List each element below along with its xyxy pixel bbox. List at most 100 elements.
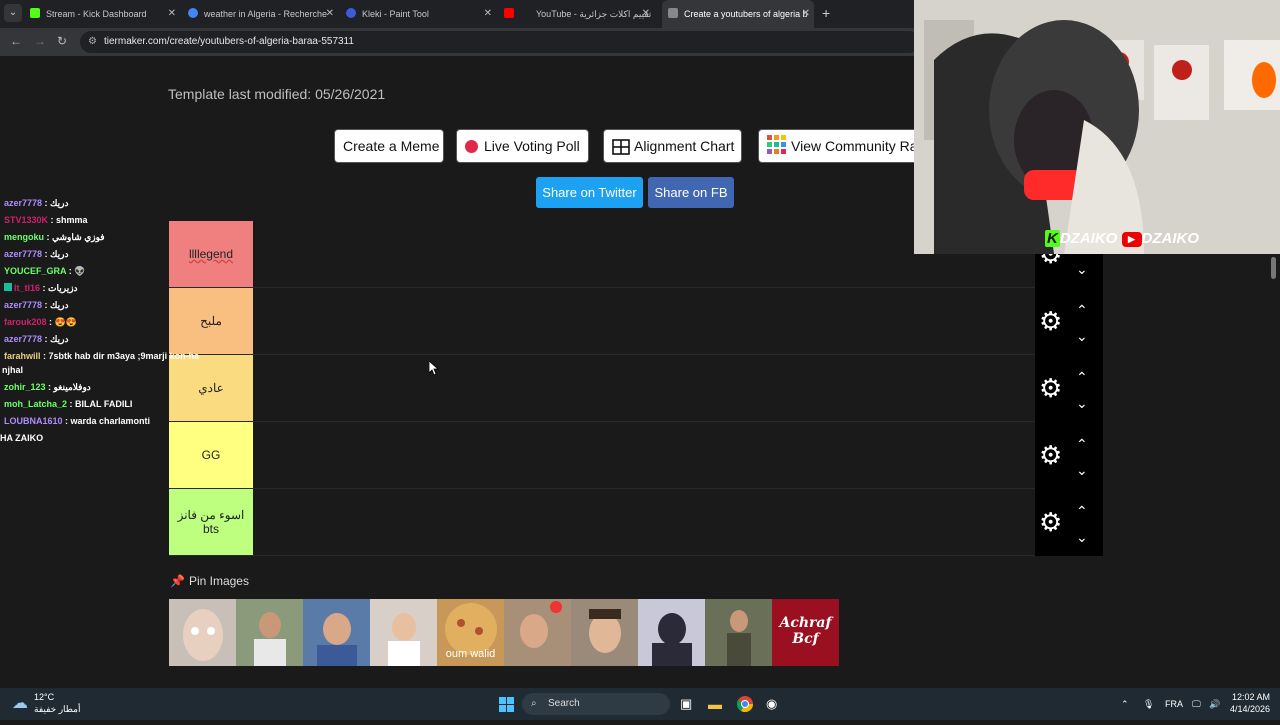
pin-image[interactable] [370, 599, 437, 666]
face-image [317, 613, 357, 666]
clock-date[interactable]: 4/14/2026 [1230, 693, 1270, 725]
tab-youtube[interactable]: YouTube - تقييم اكلات جزائرية ✕ [504, 0, 654, 28]
taskbar-search[interactable]: ⌕ Search [522, 693, 670, 715]
create-meme-button[interactable]: Create a Meme [334, 129, 444, 163]
pin-image[interactable] [705, 599, 772, 666]
tier-label[interactable]: اسوء من فانز bts [169, 489, 253, 555]
share-twitter-button[interactable]: Share on Twitter [536, 177, 643, 208]
tier-label[interactable]: GG [169, 422, 253, 488]
pin-image[interactable]: Achraf Bcf [772, 599, 839, 666]
tier-drop-zone[interactable] [253, 355, 1035, 421]
weather-description[interactable]: أمطار خفيفة [34, 693, 81, 725]
chat-message: : فوزي شاوشي [44, 232, 105, 242]
pin-image[interactable] [236, 599, 303, 666]
microphone-icon[interactable]: 🎙 [1143, 688, 1154, 720]
tab-kleki[interactable]: Kleki - Paint Tool ✕ [346, 0, 496, 28]
button-label: Share on FB [654, 185, 728, 200]
chat-username: LOUBNA1610 [4, 416, 63, 426]
button-label: Alignment Chart [634, 138, 735, 154]
alignment-chart-button[interactable]: Alignment Chart [603, 129, 742, 163]
tab-google-weather[interactable]: weather in Algeria - Recherche ✕ [188, 0, 338, 28]
chevron-up-icon[interactable]: ⌃ [1076, 436, 1088, 453]
gear-icon[interactable]: ⚙ [1039, 509, 1062, 535]
face-image [183, 609, 223, 661]
kick-icon [30, 8, 40, 18]
chevron-up-icon[interactable]: ⌃ [1121, 688, 1129, 720]
tab-title: Kleki - Paint Tool [362, 9, 429, 19]
chat-message: : BILAL FADILI [67, 399, 133, 409]
pin-image[interactable] [303, 599, 370, 666]
google-icon [188, 8, 198, 18]
share-fb-button[interactable]: Share on FB [648, 177, 734, 208]
chevron-up-icon[interactable]: ⌃ [1076, 369, 1088, 386]
new-tab-button[interactable]: + [822, 5, 830, 21]
pin-image[interactable] [504, 599, 571, 666]
pin-image[interactable] [638, 599, 705, 666]
tier-label[interactable]: ملبح [169, 288, 253, 354]
file-explorer-icon[interactable]: ▬ [708, 688, 722, 720]
scrollbar-thumb[interactable] [1271, 257, 1276, 279]
view-community-rankings-button[interactable]: View Community Ra [758, 129, 918, 163]
close-icon[interactable]: ✕ [802, 0, 810, 28]
pin-image[interactable] [169, 599, 236, 666]
site-info-icon[interactable]: ⚙ [88, 36, 97, 47]
achraf-logo: Achraf Bcf [779, 615, 832, 647]
chat-username: azer7778 [4, 334, 43, 344]
chevron-up-icon[interactable]: ⌃ [1076, 302, 1088, 319]
input-language[interactable]: FRA [1165, 688, 1183, 720]
kick-icon: K [1045, 230, 1060, 247]
chat-message: : 7sbtk hab dir m3aya ;9marji kon-ha [40, 351, 200, 361]
network-icon[interactable]: 🖵 [1192, 688, 1201, 720]
forward-arrow-icon[interactable]: → [34, 34, 46, 48]
chevron-up-icon[interactable]: ⌃ [1076, 503, 1088, 520]
weather-icon[interactable]: ☁ [12, 688, 28, 720]
tab-search-button[interactable]: ⌄ [4, 4, 22, 22]
chat-username: azer7778 [4, 249, 43, 259]
tier-drop-zone[interactable] [253, 288, 1035, 354]
chevron-down-icon[interactable]: ⌄ [1076, 462, 1088, 479]
chat-username: lt_tl16 [14, 283, 41, 293]
close-icon[interactable]: ✕ [168, 0, 176, 28]
close-icon[interactable]: ✕ [642, 0, 650, 28]
mouse-cursor-icon [429, 361, 439, 376]
close-icon[interactable]: ✕ [484, 0, 492, 28]
gear-icon[interactable]: ⚙ [1039, 442, 1062, 468]
chrome-icon[interactable] [737, 696, 753, 712]
back-arrow-icon[interactable]: ← [10, 34, 22, 48]
reload-icon[interactable]: ↻ [57, 34, 67, 48]
silhouette-image [652, 613, 692, 666]
button-label: Create a Meme [343, 138, 440, 154]
task-view-icon[interactable]: ▣ [680, 688, 692, 720]
url-field[interactable]: ⚙ tiermaker.com/create/youtubers-of-alge… [80, 31, 920, 53]
chevron-down-icon[interactable]: ⌄ [1076, 395, 1088, 412]
obs-icon[interactable]: ◉ [766, 688, 777, 720]
pin-title-text: Pin Images [188, 574, 249, 588]
close-icon[interactable]: ✕ [326, 0, 334, 28]
tab-title: weather in Algeria - Recherche [204, 9, 328, 19]
tier-label[interactable]: عادي [169, 355, 253, 421]
webcam-overlay [914, 0, 1280, 254]
tab-tiermaker[interactable]: Create a youtubers of algeria b ✕ [662, 0, 814, 28]
gear-icon[interactable]: ⚙ [1039, 308, 1062, 334]
button-label: Live Voting Poll [484, 138, 580, 154]
chevron-down-icon[interactable]: ⌄ [1076, 328, 1088, 345]
tab-kick-dashboard[interactable]: Stream - Kick Dashboard ✕ [30, 0, 180, 28]
tier-drop-zone[interactable] [253, 489, 1035, 555]
tier-drop-zone[interactable] [253, 422, 1035, 488]
tier-label-text: عادي [198, 381, 224, 395]
pin-image[interactable] [571, 599, 638, 666]
chat-message: : shmma [48, 215, 88, 225]
chevron-down-icon[interactable]: ⌄ [1076, 529, 1088, 546]
tier-label[interactable]: llllegend [169, 221, 253, 287]
chat-username: YOUCEF_GRA [4, 266, 67, 276]
volume-icon[interactable]: 🔊 [1209, 688, 1220, 720]
gear-icon[interactable]: ⚙ [1039, 375, 1062, 401]
pin-images-title: 📌 Pin Images [170, 574, 249, 588]
windows-start-icon[interactable] [499, 697, 514, 712]
live-voting-poll-button[interactable]: Live Voting Poll [456, 129, 589, 163]
tier-row: GG ⚙ ⌃ ⌄ [169, 422, 1103, 489]
taskbar: ☁ 12°C أمطار خفيفة ⌕ Search ▣ ▬ ◉ ⌃ 🎙 FRA… [0, 688, 1280, 720]
person-image [727, 610, 751, 666]
pin-image[interactable]: oum walid [437, 599, 504, 666]
chevron-down-icon[interactable]: ⌄ [1076, 261, 1088, 278]
